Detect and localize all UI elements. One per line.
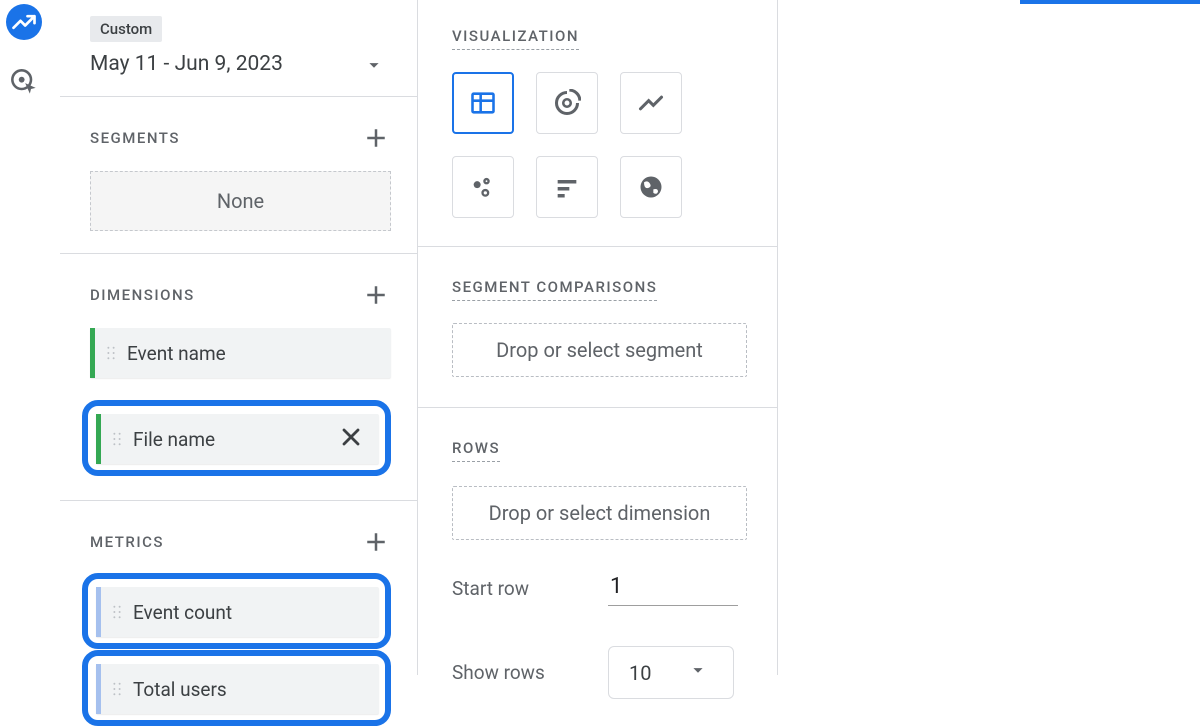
metrics-section: METRICS Event count Total users xyxy=(60,501,417,726)
rows-dropzone[interactable]: Drop or select dimension xyxy=(452,486,747,540)
metric-chip-event-count[interactable]: Event count xyxy=(96,587,379,637)
show-rows-value: 10 xyxy=(629,661,651,685)
date-preset-chip: Custom xyxy=(90,16,162,42)
date-range-text: May 11 - Jun 9, 2023 xyxy=(90,52,391,76)
drag-handle-icon[interactable] xyxy=(101,432,133,446)
caret-down-icon xyxy=(363,54,385,80)
explore-nav-icon[interactable] xyxy=(6,4,42,40)
segment-placeholder: Drop or select segment xyxy=(496,338,703,362)
drag-handle-icon[interactable] xyxy=(101,605,133,619)
visualization-section: VISUALIZATION xyxy=(418,0,777,247)
show-rows-select[interactable]: 10 xyxy=(608,646,734,699)
segment-comparisons-title: SEGMENT COMPARISONS xyxy=(452,278,657,301)
globe-icon xyxy=(637,173,665,201)
viz-table-button[interactable] xyxy=(452,72,514,134)
chip-label: Total users xyxy=(133,678,227,701)
segments-title: SEGMENTS xyxy=(90,129,180,147)
add-metric-button[interactable] xyxy=(361,527,391,557)
dimensions-section: DIMENSIONS Event name File name xyxy=(60,254,417,501)
segment-comparisons-section: SEGMENT COMPARISONS Drop or select segme… xyxy=(418,247,777,408)
dimensions-title: DIMENSIONS xyxy=(90,286,195,304)
donut-chart-icon xyxy=(553,89,581,117)
dimension-chip-file-name[interactable]: File name xyxy=(96,414,379,464)
metrics-title: METRICS xyxy=(90,533,164,551)
visualization-title: VISUALIZATION xyxy=(452,27,579,50)
highlight-box-total-users: Total users xyxy=(82,650,391,726)
chip-label: Event name xyxy=(127,342,226,365)
variables-panel: Custom May 11 - Jun 9, 2023 SEGMENTS Non… xyxy=(60,0,418,675)
rows-placeholder: Drop or select dimension xyxy=(489,501,711,525)
table-icon xyxy=(469,89,497,117)
scatter-icon xyxy=(469,173,497,201)
segments-section: SEGMENTS None xyxy=(60,97,417,254)
drag-handle-icon[interactable] xyxy=(101,682,133,696)
viz-donut-button[interactable] xyxy=(536,72,598,134)
rows-title: ROWS xyxy=(452,439,500,462)
highlight-box-file-name: File name xyxy=(82,400,391,476)
segments-dropzone[interactable]: None xyxy=(90,171,391,231)
show-rows-label: Show rows xyxy=(452,661,608,684)
target-click-icon xyxy=(10,68,38,96)
segments-placeholder: None xyxy=(217,189,264,213)
tab-settings-panel: VISUALIZATION SEGMENT COMPARISONS xyxy=(418,0,778,675)
dimension-chip-event-name[interactable]: Event name xyxy=(90,328,391,378)
chip-label: Event count xyxy=(133,601,232,624)
plus-icon xyxy=(361,526,391,558)
close-icon xyxy=(337,423,365,451)
start-row-label: Start row xyxy=(452,577,608,600)
plus-icon xyxy=(361,122,391,154)
highlight-box-event-count: Event count xyxy=(82,573,391,649)
line-chart-up-icon xyxy=(10,8,38,36)
date-range-picker[interactable]: Custom May 11 - Jun 9, 2023 xyxy=(60,0,417,97)
viz-bar-button[interactable] xyxy=(536,156,598,218)
viz-scatter-button[interactable] xyxy=(452,156,514,218)
viz-line-button[interactable] xyxy=(620,72,682,134)
start-row-input[interactable]: 1 xyxy=(608,570,738,606)
nav-rail xyxy=(0,0,48,675)
report-canvas xyxy=(808,0,1200,675)
caret-down-icon xyxy=(687,659,709,686)
drag-handle-icon[interactable] xyxy=(95,346,127,360)
bar-horizontal-icon xyxy=(553,173,581,201)
rows-section: ROWS Drop or select dimension Start row … xyxy=(418,408,777,719)
segment-dropzone[interactable]: Drop or select segment xyxy=(452,323,747,377)
remove-chip-button[interactable] xyxy=(337,423,365,455)
line-chart-icon xyxy=(637,89,665,117)
add-segment-button[interactable] xyxy=(361,123,391,153)
add-dimension-button[interactable] xyxy=(361,280,391,310)
viz-geo-button[interactable] xyxy=(620,156,682,218)
plus-icon xyxy=(361,279,391,311)
chip-label: File name xyxy=(133,428,215,451)
advertising-nav-icon[interactable] xyxy=(6,64,42,100)
metric-chip-total-users[interactable]: Total users xyxy=(96,664,379,714)
